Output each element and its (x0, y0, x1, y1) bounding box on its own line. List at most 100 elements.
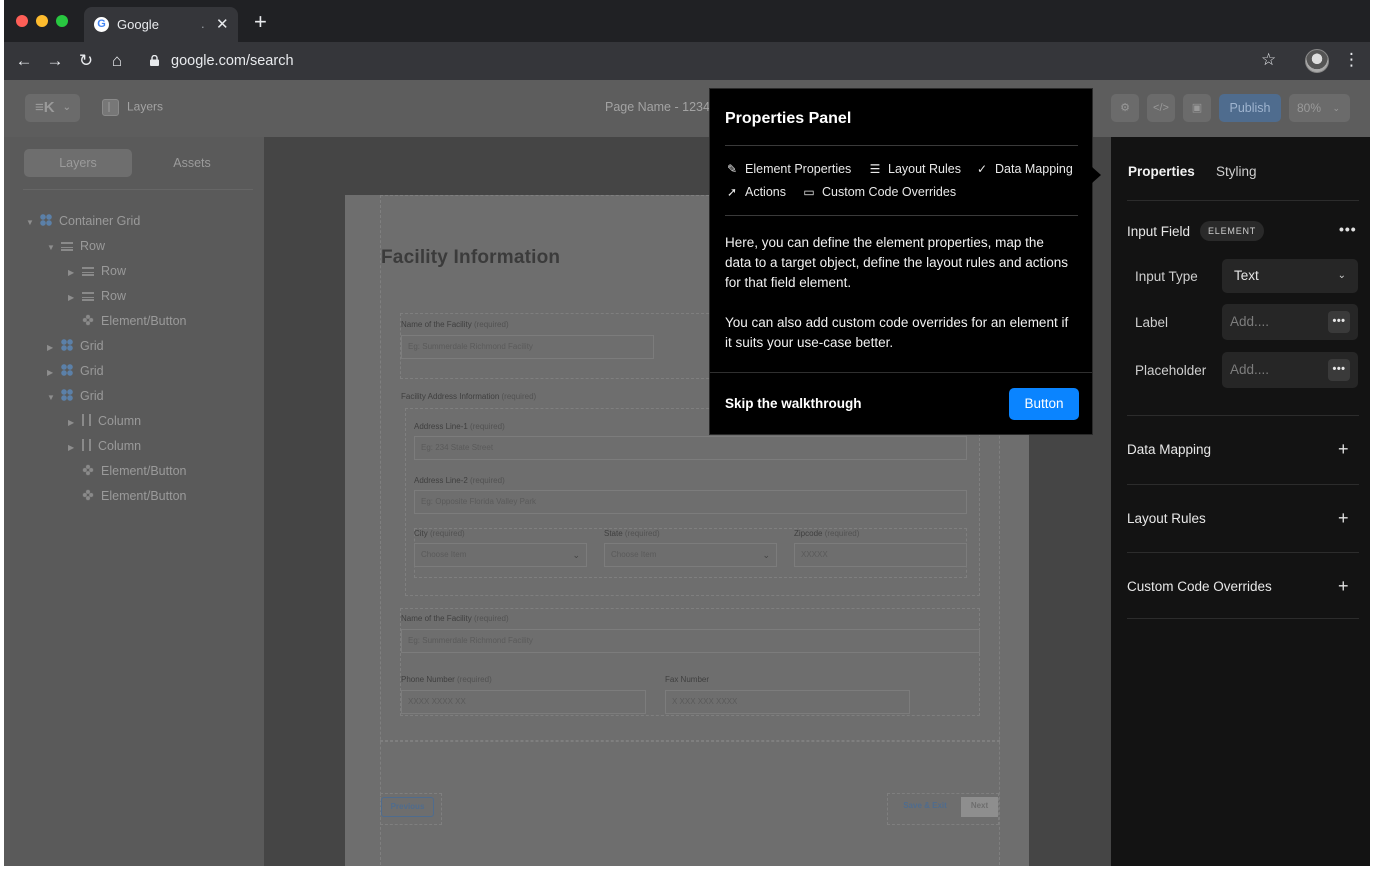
tab-assets[interactable]: Assets (138, 149, 246, 177)
app-toolbar: ≡K ⌄ Layers Page Name - 1234 ⚙ </> ▣ Pub… (4, 80, 1370, 137)
divider (1127, 552, 1359, 553)
more-options-icon[interactable]: ••• (1339, 221, 1357, 237)
tree-item-label: Row (101, 264, 127, 278)
caret-right-icon[interactable]: ▶ (68, 414, 82, 432)
tree-item-grid[interactable]: ▶ Grid (47, 337, 104, 355)
input-type-select[interactable]: Text ⌄ (1222, 259, 1358, 293)
state-select[interactable]: Choose Item ⌄ (604, 543, 777, 567)
reload-icon[interactable]: ↻ (76, 51, 96, 71)
address2-input[interactable]: Eg: Opposite Florida Valley Park (414, 490, 967, 514)
section-custom-code-overrides[interactable]: Custom Code Overrides (1127, 579, 1272, 594)
tree-item-element-button[interactable]: Element/Button (81, 312, 186, 330)
previous-button[interactable]: Previous (381, 797, 434, 817)
popover-next-button[interactable]: Button (1009, 388, 1079, 420)
back-icon[interactable]: ← (14, 51, 34, 71)
next-button[interactable]: Next (961, 797, 998, 817)
save-exit-button[interactable]: Save & Exit (895, 797, 955, 817)
tree-item-column[interactable]: ▶ Column (68, 412, 141, 430)
row-icon (82, 267, 94, 276)
caret-right-icon[interactable]: ▶ (68, 289, 82, 307)
tab-properties[interactable]: Properties (1128, 164, 1195, 179)
tree-item-column[interactable]: ▶ Column (68, 437, 141, 455)
url-field[interactable]: google.com/search (171, 53, 294, 69)
maximize-window-button[interactable] (56, 15, 68, 27)
tree-item-label: Column (98, 414, 142, 428)
popover-arrow (1092, 167, 1101, 183)
address-section-label: Facility Address Information (required) (401, 392, 537, 401)
skip-walkthrough-link[interactable]: Skip the walkthrough (725, 396, 862, 411)
label-input[interactable]: Add.... ••• (1222, 304, 1358, 340)
caret-down-icon[interactable]: ▼ (26, 214, 40, 232)
minimize-window-button[interactable] (36, 15, 48, 27)
phone-input[interactable]: XXXX XXXX XX (401, 690, 646, 714)
section-data-mapping[interactable]: Data Mapping (1127, 442, 1211, 457)
caret-right-icon[interactable]: ▶ (68, 439, 82, 457)
caret-right-icon[interactable]: ▶ (68, 264, 82, 282)
input-type-value: Text (1234, 268, 1259, 283)
element-badge: ELEMENT (1200, 221, 1265, 241)
tree-item-row[interactable]: ▶ Row (68, 287, 126, 305)
tree-item-label: Grid (80, 339, 104, 353)
grid-icon (61, 339, 73, 351)
more-options-icon[interactable]: ••• (1328, 311, 1350, 333)
caret-down-icon[interactable]: ▼ (47, 239, 61, 257)
browser-tab[interactable]: G Google . ✕ (84, 7, 238, 42)
tree-item-element-button[interactable]: Element/Button (81, 462, 186, 480)
preview-icon: ▣ (1191, 102, 1203, 114)
zoom-dropdown[interactable]: 80% ⌄ (1289, 94, 1350, 122)
column-icon (82, 414, 91, 426)
caret-down-icon[interactable]: ▼ (47, 389, 61, 407)
more-options-icon[interactable]: ••• (1328, 359, 1350, 381)
tab-layers[interactable]: Layers (24, 149, 132, 177)
section-layout-rules[interactable]: Layout Rules (1127, 511, 1206, 526)
address1-input[interactable]: Eg: 234 State Street (414, 436, 967, 460)
layers-toggle-button[interactable]: Layers (102, 99, 163, 116)
bookmark-star-icon[interactable]: ☆ (1261, 50, 1276, 70)
facility-name-input[interactable]: Eg: Summerdale Richmond Facility (401, 335, 654, 359)
facility-name2-input[interactable]: Eg: Summerdale Richmond Facility (401, 629, 980, 653)
browser-menu-icon[interactable]: ⋮ (1343, 50, 1360, 70)
chevron-down-icon: ⌄ (1337, 270, 1346, 281)
chevron-down-icon: ⌄ (762, 550, 770, 560)
tree-item-element-button[interactable]: Element/Button (81, 487, 186, 505)
settings-gear-button[interactable]: ⚙ (1111, 94, 1139, 122)
zip-input[interactable]: XXXXX (794, 543, 967, 567)
tree-item-container-grid[interactable]: ▼ Container Grid (26, 212, 140, 230)
element-title: Input Field (1127, 224, 1191, 239)
chip-custom-code-overrides: ▭ Custom Code Overrides (803, 185, 957, 199)
form-title: Facility Information (381, 247, 561, 268)
city-select[interactable]: Choose Item ⌄ (414, 543, 587, 567)
layers-panel: Layers Assets ▼ Container Grid ▼ Row ▶ Row … (4, 137, 264, 866)
placeholder-input[interactable]: Add.... ••• (1222, 352, 1358, 388)
tree-item-grid[interactable]: ▶ Grid (47, 362, 104, 380)
new-tab-icon[interactable]: + (254, 11, 267, 33)
divider (725, 215, 1078, 216)
tab-styling[interactable]: Styling (1216, 164, 1257, 179)
tree-item-grid[interactable]: ▼ Grid (47, 387, 104, 405)
home-icon[interactable]: ⌂ (107, 51, 127, 71)
fax-input[interactable]: X XXX XXX XXXX (665, 690, 910, 714)
publish-button[interactable]: Publish (1219, 94, 1281, 122)
add-icon[interactable]: + (1338, 440, 1349, 458)
close-tab-icon[interactable]: ✕ (216, 15, 229, 33)
facility-name-label: Name of the Facility (required) (401, 320, 509, 329)
code-view-button[interactable]: </> (1147, 94, 1175, 122)
add-icon[interactable]: + (1338, 577, 1349, 595)
tree-item-row[interactable]: ▶ Row (68, 262, 126, 280)
layers-icon (102, 99, 119, 116)
element-icon (81, 313, 95, 327)
tree-item-row[interactable]: ▼ Row (47, 237, 105, 255)
chip-actions: ➚ Actions (726, 185, 786, 199)
divider (1127, 618, 1359, 619)
forward-icon[interactable]: → (45, 51, 65, 71)
popover-title: Properties Panel (725, 110, 852, 127)
label-field-label: Label (1135, 315, 1169, 330)
preview-button[interactable]: ▣ (1183, 94, 1211, 122)
profile-avatar[interactable] (1305, 49, 1329, 73)
caret-right-icon[interactable]: ▶ (47, 339, 61, 357)
app-logo-menu[interactable]: ≡K ⌄ (25, 94, 80, 122)
add-icon[interactable]: + (1338, 509, 1349, 527)
close-window-button[interactable] (16, 15, 28, 27)
caret-right-icon[interactable]: ▶ (47, 364, 61, 382)
chevron-down-icon: ⌄ (572, 550, 580, 560)
